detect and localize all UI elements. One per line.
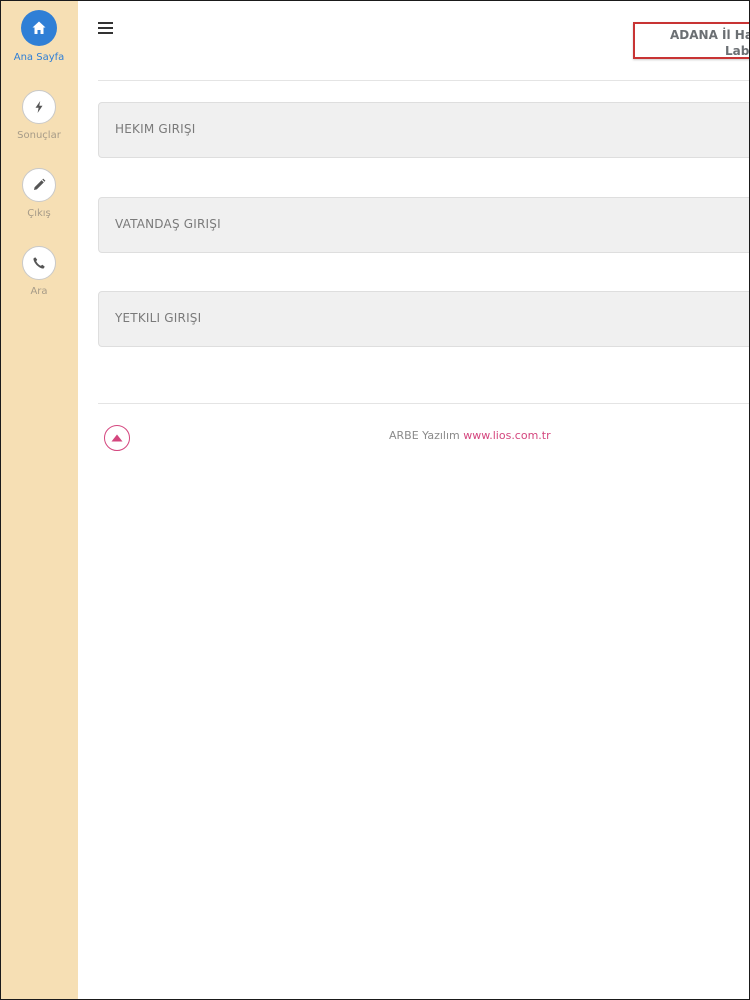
sidebar-item-label: Ara	[30, 286, 48, 297]
sidebar-item-home[interactable]: Ana Sayfa	[0, 10, 78, 63]
citizen-login-label: VATANDAŞ GIRIŞI	[115, 217, 221, 231]
home-icon	[21, 10, 57, 46]
sidebar-item-label: Çıkış	[27, 208, 51, 219]
scroll-top-button[interactable]	[104, 425, 130, 451]
lightning-icon	[22, 90, 56, 124]
citizen-login-button[interactable]: VATANDAŞ GIRIŞI	[98, 197, 750, 253]
sidebar-item-label: Sonuçlar	[17, 130, 61, 141]
doctor-login-label: HEKIM GIRIŞI	[115, 122, 196, 136]
pencil-icon	[22, 168, 56, 202]
page: Ana Sayfa Sonuçlar Çıkış Ara ADANA İl Ha…	[0, 0, 750, 1000]
phone-icon	[22, 246, 56, 280]
header-title-line1: ADANA İl Hal	[670, 28, 750, 42]
sidebar-item-call[interactable]: Ara	[0, 246, 78, 297]
footer-website-link[interactable]: www.lios.com.tr	[463, 429, 550, 442]
arrow-up-icon	[111, 434, 123, 442]
footer-divider	[98, 403, 750, 404]
sidebar-item-results[interactable]: Sonuçlar	[0, 90, 78, 141]
authorized-login-label: YETKILI GIRIŞI	[115, 311, 202, 325]
sidebar-item-label: Ana Sayfa	[13, 52, 65, 63]
hamburger-icon[interactable]	[98, 22, 113, 35]
footer-credits: ARBE Yazılım www.lios.com.tr	[389, 429, 551, 442]
header-title-box: ADANA İl Hal Labo	[633, 22, 750, 59]
sidebar: Ana Sayfa Sonuçlar Çıkış Ara	[0, 0, 78, 1000]
sidebar-item-logout[interactable]: Çıkış	[0, 168, 78, 219]
authorized-login-button[interactable]: YETKILI GIRIŞI	[98, 291, 750, 347]
header-divider	[98, 80, 750, 81]
footer-company: ARBE Yazılım	[389, 429, 460, 442]
doctor-login-button[interactable]: HEKIM GIRIŞI	[98, 102, 750, 158]
header-title-line2: Labo	[725, 44, 750, 58]
